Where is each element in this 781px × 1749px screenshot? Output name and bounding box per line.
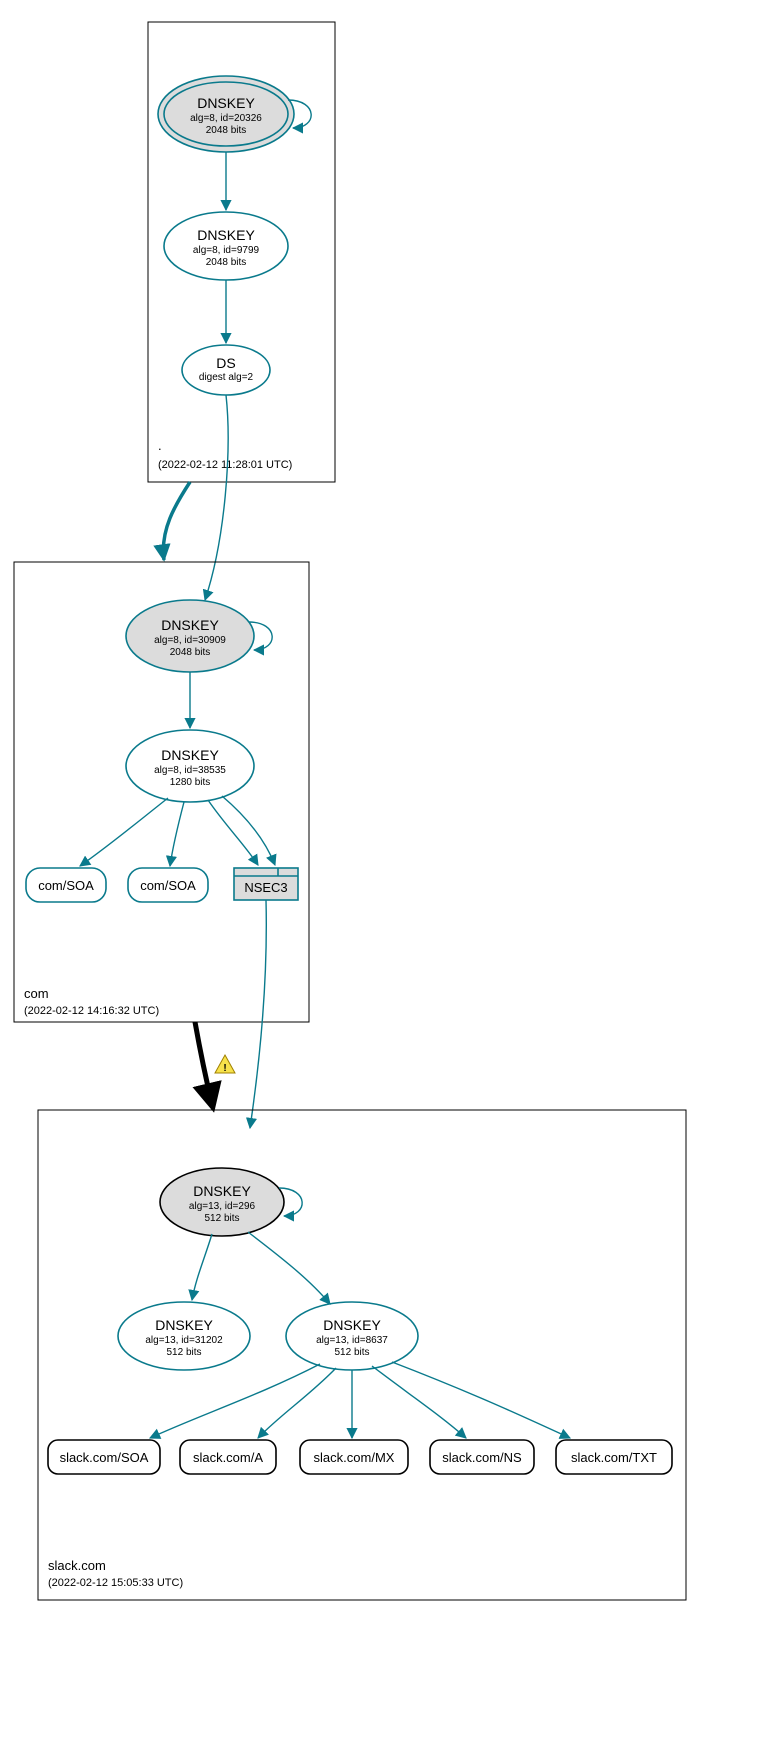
node-slack-zsk2[interactable]: DNSKEY alg=13, id=8637 512 bits bbox=[286, 1302, 418, 1370]
svg-text:512 bits: 512 bits bbox=[334, 1347, 369, 1358]
dnssec-graph: . (2022-02-12 11:28:01 UTC) DNSKEY alg=8… bbox=[0, 0, 781, 1749]
edge-slack-ksk-to-zsk2 bbox=[248, 1232, 330, 1304]
zone-com: com (2022-02-12 14:16:32 UTC) DNSKEY alg… bbox=[14, 562, 309, 1022]
node-slack-ns[interactable]: slack.com/NS bbox=[430, 1440, 534, 1474]
svg-text:512 bits: 512 bits bbox=[166, 1347, 201, 1358]
zone-slack-ts: (2022-02-12 15:05:33 UTC) bbox=[48, 1577, 183, 1589]
zone-com-name: com bbox=[24, 986, 49, 1001]
svg-text:slack.com/NS: slack.com/NS bbox=[442, 1450, 522, 1465]
node-com-zsk[interactable]: DNSKEY alg=8, id=38535 1280 bits bbox=[126, 730, 254, 802]
svg-text:DNSKEY: DNSKEY bbox=[323, 1317, 381, 1333]
svg-text:com/SOA: com/SOA bbox=[38, 878, 94, 893]
svg-text:alg=13, id=8637: alg=13, id=8637 bbox=[316, 1335, 388, 1346]
warning-icon: ! bbox=[215, 1055, 235, 1074]
zone-com-ts: (2022-02-12 14:16:32 UTC) bbox=[24, 1005, 159, 1017]
svg-text:512 bits: 512 bits bbox=[204, 1213, 239, 1224]
svg-text:com/SOA: com/SOA bbox=[140, 878, 196, 893]
edge-rootds-to-comksk bbox=[205, 395, 228, 600]
edge-slack-zsk2-to-ns bbox=[372, 1366, 466, 1438]
svg-text:alg=8, id=30909: alg=8, id=30909 bbox=[154, 635, 226, 646]
svg-text:alg=13, id=31202: alg=13, id=31202 bbox=[145, 1335, 223, 1346]
node-root-zsk[interactable]: DNSKEY alg=8, id=9799 2048 bits bbox=[164, 212, 288, 280]
node-com-ksk[interactable]: DNSKEY alg=8, id=30909 2048 bits bbox=[126, 600, 254, 672]
svg-text:alg=8, id=9799: alg=8, id=9799 bbox=[193, 245, 260, 256]
svg-text:slack.com/A: slack.com/A bbox=[193, 1450, 263, 1465]
edge-slack-zsk2-to-a bbox=[258, 1368, 336, 1438]
edge-nsec3-to-slackksk bbox=[250, 900, 266, 1128]
svg-text:1280 bits: 1280 bits bbox=[170, 777, 211, 788]
svg-text:DNSKEY: DNSKEY bbox=[197, 95, 255, 111]
edge-deleg-root-com bbox=[163, 482, 190, 560]
svg-text:2048 bits: 2048 bits bbox=[206, 257, 247, 268]
svg-text:digest alg=2: digest alg=2 bbox=[199, 372, 254, 383]
edge-deleg-com-slack bbox=[195, 1022, 212, 1104]
edge-com-zsk-to-nsec3b bbox=[222, 796, 275, 865]
zone-root-name: . bbox=[158, 438, 162, 453]
zone-slack: slack.com (2022-02-12 15:05:33 UTC) DNSK… bbox=[38, 1110, 686, 1600]
svg-text:DNSKEY: DNSKEY bbox=[161, 747, 219, 763]
svg-text:DS: DS bbox=[216, 355, 235, 371]
node-slack-mx[interactable]: slack.com/MX bbox=[300, 1440, 408, 1474]
node-slack-a[interactable]: slack.com/A bbox=[180, 1440, 276, 1474]
node-com-nsec3[interactable]: NSEC3 bbox=[234, 868, 298, 900]
svg-text:DNSKEY: DNSKEY bbox=[155, 1317, 213, 1333]
node-com-soa2[interactable]: com/SOA bbox=[128, 868, 208, 902]
svg-text:alg=13, id=296: alg=13, id=296 bbox=[189, 1201, 256, 1212]
edge-com-zsk-to-soa1 bbox=[80, 798, 168, 866]
svg-text:2048 bits: 2048 bits bbox=[170, 647, 211, 658]
zone-root-ts: (2022-02-12 11:28:01 UTC) bbox=[158, 459, 292, 471]
node-slack-zsk1[interactable]: DNSKEY alg=13, id=31202 512 bits bbox=[118, 1302, 250, 1370]
svg-text:!: ! bbox=[223, 1063, 226, 1074]
node-root-ksk[interactable]: DNSKEY alg=8, id=20326 2048 bits bbox=[158, 76, 294, 152]
zone-slack-name: slack.com bbox=[48, 1558, 106, 1573]
node-slack-txt[interactable]: slack.com/TXT bbox=[556, 1440, 672, 1474]
node-slack-soa[interactable]: slack.com/SOA bbox=[48, 1440, 160, 1474]
edge-slack-zsk2-to-soa bbox=[150, 1364, 320, 1438]
zone-root: . (2022-02-12 11:28:01 UTC) DNSKEY alg=8… bbox=[148, 22, 335, 482]
svg-text:alg=8, id=20326: alg=8, id=20326 bbox=[190, 113, 262, 124]
node-com-soa1[interactable]: com/SOA bbox=[26, 868, 106, 902]
svg-text:NSEC3: NSEC3 bbox=[244, 880, 287, 895]
node-root-ds[interactable]: DS digest alg=2 bbox=[182, 345, 270, 395]
svg-text:slack.com/MX: slack.com/MX bbox=[314, 1450, 395, 1465]
svg-text:DNSKEY: DNSKEY bbox=[161, 617, 219, 633]
svg-text:alg=8, id=38535: alg=8, id=38535 bbox=[154, 765, 226, 776]
node-slack-ksk[interactable]: DNSKEY alg=13, id=296 512 bits bbox=[160, 1168, 284, 1236]
edge-com-zsk-to-soa2 bbox=[170, 802, 184, 866]
edge-com-zsk-to-nsec3a bbox=[208, 800, 258, 865]
svg-text:DNSKEY: DNSKEY bbox=[197, 227, 255, 243]
edge-slack-ksk-to-zsk1 bbox=[192, 1234, 212, 1300]
svg-text:slack.com/SOA: slack.com/SOA bbox=[60, 1450, 149, 1465]
svg-text:DNSKEY: DNSKEY bbox=[193, 1183, 251, 1199]
svg-text:slack.com/TXT: slack.com/TXT bbox=[571, 1450, 657, 1465]
svg-text:2048 bits: 2048 bits bbox=[206, 125, 247, 136]
